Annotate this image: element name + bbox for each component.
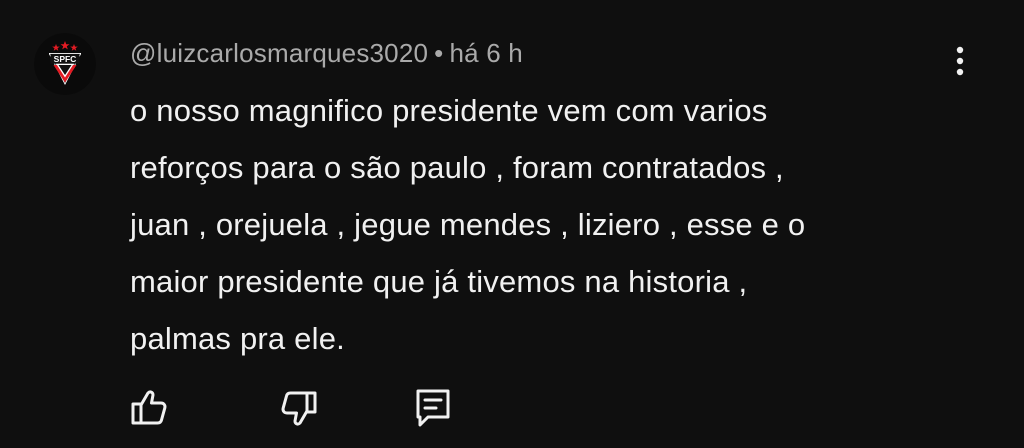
comment-text: o nosso magnifico presidente vem com var…	[130, 82, 930, 367]
comment-timestamp[interactable]: há 6 h	[449, 38, 523, 68]
reply-comment-icon	[416, 389, 450, 427]
reply-button[interactable]	[411, 385, 457, 431]
more-actions-button[interactable]	[940, 40, 980, 84]
comment-item: SPFC @luizcarlosmarques3020 • há 6 h o nos…	[0, 0, 1024, 448]
crest-text: SPFC	[54, 54, 77, 64]
dislike-button[interactable]	[276, 385, 322, 431]
comment-text-line: o nosso magnifico presidente vem com var…	[130, 93, 768, 128]
like-button[interactable]	[126, 385, 172, 431]
comment-text-line: reforços para o são paulo , foram contra…	[130, 150, 784, 185]
avatar[interactable]: SPFC	[34, 33, 96, 95]
spfc-crest-icon: SPFC	[34, 33, 96, 95]
more-vertical-icon	[956, 46, 964, 76]
comment-header: @luizcarlosmarques3020 • há 6 h	[130, 35, 523, 71]
author-handle[interactable]: @luizcarlosmarques3020	[130, 38, 428, 68]
thumbs-down-icon	[281, 391, 317, 426]
thumbs-up-icon	[131, 390, 167, 425]
comment-text-line: palmas pra ele.	[130, 321, 345, 356]
header-separator: •	[434, 38, 444, 68]
comment-text-line: juan , orejuela , jegue mendes , liziero…	[130, 207, 806, 242]
comment-text-line: maior presidente que já tivemos na histo…	[130, 264, 748, 299]
